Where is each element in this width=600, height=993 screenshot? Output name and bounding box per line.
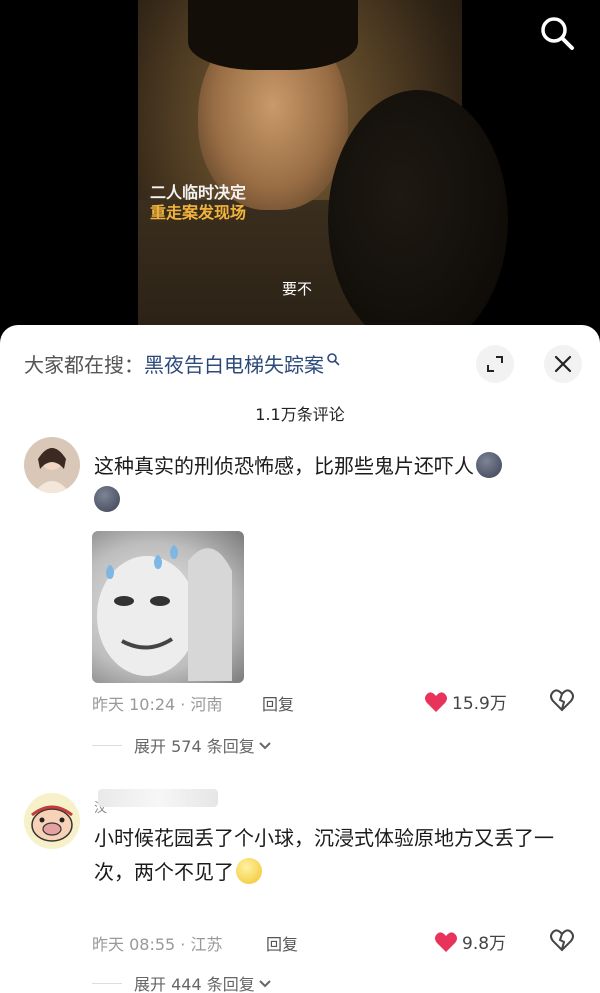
like-count: 15.9万 [452,694,507,714]
comment-item: 汶 小时候花园丢了个小球，沉浸式体验原地方又丢了一次，两个不见了 昨天 08:5… [0,787,600,993]
comment-item: 这种真实的刑侦恐怖感，比那些鬼片还吓人 昨天 10:24 · 河南 回复 15.… [0,435,600,765]
heart-icon [435,931,457,952]
video-caption: 二人临时决定 重走案发现场 [150,183,246,223]
video-figure-hair [188,0,358,70]
reply-divider [92,744,122,746]
like-count: 9.8万 [462,934,507,954]
expand-replies-label: 展开 574 条回复 [134,737,255,756]
reply-divider [92,982,122,984]
expand-replies-button[interactable]: 展开 444 条回复 [92,971,273,993]
broken-heart-icon[interactable] [550,689,574,713]
expand-button[interactable] [476,345,514,383]
heart-icon [425,691,447,712]
comment-meta: 昨天 08:55 · 江苏 [92,935,223,954]
sweating-meme-sticker [97,545,232,681]
video-player[interactable]: 二人临时决定 重走案发现场 要不 [0,0,600,340]
avatar-image [24,437,80,493]
reply-button[interactable]: 回复 [262,691,294,715]
smile-emoji-icon [236,858,262,884]
chevron-down-icon [259,980,271,988]
comment-count: 1.1万条评论 [255,405,345,424]
expand-icon [487,356,503,372]
comment-meta: 昨天 10:24 · 河南 [92,695,223,714]
search-icon [541,17,574,50]
avatar[interactable] [24,437,80,493]
comment-body: 这种真实的刑侦恐怖感，比那些鬼片还吓人 [94,454,474,478]
trending-search-bar[interactable]: 大家都在搜： 黑夜告白电梯失踪案 [24,347,340,379]
comment-text: 小时候花园丢了个小球，沉浸式体验原地方又丢了一次，两个不见了 [94,821,574,889]
comment-sticker-image[interactable] [92,531,244,683]
chevron-down-icon [259,742,271,750]
search-icon [327,353,340,366]
like-button[interactable]: 15.9万 [424,689,507,714]
avatar[interactable] [24,793,80,849]
video-caption-line1: 二人临时决定 [150,183,247,202]
video-caption-line2: 重走案发现场 [150,203,247,222]
search-button[interactable] [538,14,578,54]
trending-search-prefix: 大家都在搜： [24,352,144,377]
close-button[interactable] [544,345,582,383]
comment-sheet: 大家都在搜： 黑夜告白电梯失踪案 1.1万条评论 这种真实的刑侦恐怖感，比那些鬼… [0,325,600,993]
comment-text: 这种真实的刑侦恐怖感，比那些鬼片还吓人 [94,449,574,517]
reply-button[interactable]: 回复 [266,931,298,955]
comment-body: 小时候花园丢了个小球，沉浸式体验原地方又丢了一次，两个不见了 [94,826,554,884]
dark-face-emoji-icon [476,452,502,478]
trending-search-link[interactable]: 黑夜告白电梯失踪案 [144,349,324,378]
close-icon [554,355,572,373]
expand-replies-label: 展开 444 条回复 [134,975,255,993]
broken-heart-icon[interactable] [550,929,574,953]
video-subtitle: 要不 [282,280,313,298]
redacted-username [98,789,218,807]
expand-replies-button[interactable]: 展开 574 条回复 [92,733,273,757]
video-foreground-shadow [328,90,508,340]
avatar-image [24,793,80,849]
dark-face-emoji-icon [94,486,120,512]
like-button[interactable]: 9.8万 [434,929,506,954]
